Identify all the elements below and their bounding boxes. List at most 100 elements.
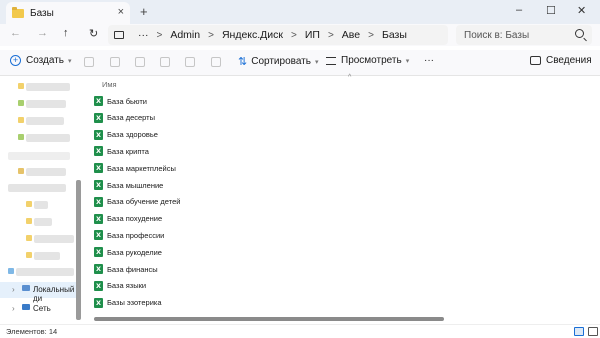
search-input[interactable]: Поиск в: Базы	[456, 25, 592, 45]
cut-icon[interactable]	[84, 57, 94, 67]
chevron-down-icon: ▾	[68, 57, 72, 65]
close-window-button[interactable]: ✕	[577, 4, 586, 17]
sort-button[interactable]: ⇅ Сортировать ▾	[238, 55, 318, 68]
excel-file-icon: X	[94, 213, 103, 224]
minimize-button[interactable]: –	[516, 4, 522, 16]
view-icon	[326, 56, 336, 65]
rename-icon[interactable]	[160, 57, 170, 67]
expand-chevron-icon[interactable]: ›	[12, 285, 15, 294]
details-view-icon[interactable]	[574, 327, 584, 336]
breadcrumb-ave[interactable]: Аве	[342, 29, 360, 41]
sidebar-scrollbar[interactable]	[76, 180, 81, 320]
details-button[interactable]: Сведения	[530, 55, 592, 66]
chevron-down-icon: ▾	[314, 58, 319, 66]
list-item[interactable]: X База бьюти	[94, 93, 574, 109]
sidebar-item-blurred[interactable]	[26, 100, 66, 108]
sidebar-item-blurred[interactable]	[34, 235, 74, 243]
file-name: База обучение детей	[107, 197, 181, 207]
excel-file-icon: X	[94, 96, 103, 106]
maximize-button[interactable]: ☐	[546, 4, 556, 17]
list-item[interactable]: X База профессии	[94, 227, 574, 243]
folder-icon	[26, 201, 32, 207]
view-button[interactable]: Просмотреть ▾	[326, 55, 409, 66]
forward-button[interactable]: →	[37, 27, 48, 39]
list-item[interactable]: X База мышление	[94, 177, 574, 193]
sidebar-item-blurred[interactable]	[8, 184, 66, 192]
sidebar-item-blurred[interactable]	[26, 168, 66, 176]
plus-circle-icon: +	[10, 55, 21, 66]
delete-icon[interactable]	[211, 57, 221, 67]
sidebar-item-blurred[interactable]	[26, 117, 64, 125]
file-name: База рукоделие	[107, 247, 162, 257]
search-placeholder: Поиск в: Базы	[464, 29, 530, 41]
breadcrumb-ip[interactable]: ИП	[305, 29, 320, 41]
title-bar: Базы × + – ☐ ✕	[0, 0, 600, 24]
list-item[interactable]: X База маркетплейсы	[94, 160, 574, 176]
excel-file-icon: X	[94, 196, 103, 207]
tab-close-icon[interactable]: ×	[118, 6, 124, 18]
command-bar: + Создать ▾ ⇅ Сортировать ▾ Просмотреть …	[0, 50, 600, 76]
chevron-right-icon: >	[368, 29, 374, 41]
back-button[interactable]: ←	[10, 27, 21, 39]
navigation-pane: › Локальный ди › Сеть	[0, 76, 82, 324]
file-name: База профессии	[107, 230, 165, 240]
chevron-right-icon: >	[291, 29, 297, 41]
sidebar-item-blurred[interactable]	[34, 218, 52, 226]
network-label[interactable]: Сеть	[33, 304, 51, 313]
address-bar[interactable]: ··· > Admin > Яндекс.Диск > ИП > Аве > Б…	[108, 25, 448, 45]
sidebar-item-blurred[interactable]	[26, 83, 70, 91]
breadcrumb-bazy[interactable]: Базы	[382, 29, 407, 41]
excel-file-icon: X	[94, 280, 103, 291]
breadcrumb-yandex-disk[interactable]: Яндекс.Диск	[222, 29, 283, 41]
list-item[interactable]: X База рукоделие	[94, 244, 574, 260]
chevron-down-icon: ▾	[405, 57, 410, 65]
excel-file-icon: X	[94, 230, 103, 241]
expand-chevron-icon[interactable]: ›	[12, 304, 15, 313]
sidebar-item-blurred[interactable]	[34, 201, 48, 209]
chevron-right-icon: >	[208, 29, 214, 41]
status-bar: Элементов: 14	[0, 324, 600, 338]
file-list: ^ Имя X База бьюти X База десерты X База здор…	[84, 74, 600, 324]
file-name: База мышление	[107, 180, 164, 190]
folder-icon	[18, 134, 24, 140]
sidebar-item-blurred[interactable]	[26, 134, 70, 142]
list-item[interactable]: X База десерты	[94, 110, 574, 126]
horizontal-scrollbar[interactable]	[94, 317, 594, 322]
horizontal-scroll-thumb[interactable]	[94, 317, 444, 321]
tab-bazy[interactable]: Базы ×	[6, 2, 130, 24]
drive-icon	[22, 285, 30, 291]
folder-icon	[18, 168, 24, 174]
breadcrumb-admin[interactable]: Admin	[170, 29, 200, 41]
file-name: База финансы	[107, 264, 158, 274]
file-name: Базы эзотерика	[107, 298, 162, 308]
list-item[interactable]: X База крипта	[94, 143, 574, 159]
chevron-right-icon: >	[327, 29, 334, 41]
details-label: Сведения	[546, 55, 592, 66]
local-disk-label: Локальный ди	[33, 285, 75, 303]
list-item[interactable]: X База похудение	[94, 211, 574, 227]
sidebar-item-blurred[interactable]	[16, 268, 74, 276]
more-icon: ···	[424, 55, 434, 66]
share-icon[interactable]	[185, 57, 195, 67]
sidebar-item-blurred[interactable]	[34, 252, 60, 260]
paste-icon[interactable]	[135, 57, 145, 67]
column-header-name[interactable]: Имя	[102, 80, 117, 89]
copy-icon[interactable]	[110, 57, 120, 67]
folder-icon	[18, 117, 24, 123]
new-tab-button[interactable]: +	[140, 4, 148, 19]
list-item[interactable]: X База языки	[94, 278, 574, 294]
create-button[interactable]: + Создать ▾	[10, 55, 72, 66]
more-button[interactable]: ···	[424, 55, 434, 66]
tiles-view-icon[interactable]	[588, 327, 598, 336]
item-count: Элементов: 14	[6, 327, 58, 336]
list-item[interactable]: X Базы эзотерика	[94, 295, 574, 311]
breadcrumb-more[interactable]: ···	[138, 29, 149, 41]
refresh-button[interactable]: ↻	[89, 27, 98, 40]
excel-file-icon: X	[94, 129, 103, 140]
list-item[interactable]: X База здоровье	[94, 127, 574, 143]
file-name: База здоровье	[107, 130, 158, 140]
list-item[interactable]: X База обучение детей	[94, 194, 574, 210]
sidebar-item-blurred[interactable]	[8, 152, 70, 160]
up-button[interactable]: ↑	[63, 27, 69, 39]
list-item[interactable]: X База финансы	[94, 261, 574, 277]
